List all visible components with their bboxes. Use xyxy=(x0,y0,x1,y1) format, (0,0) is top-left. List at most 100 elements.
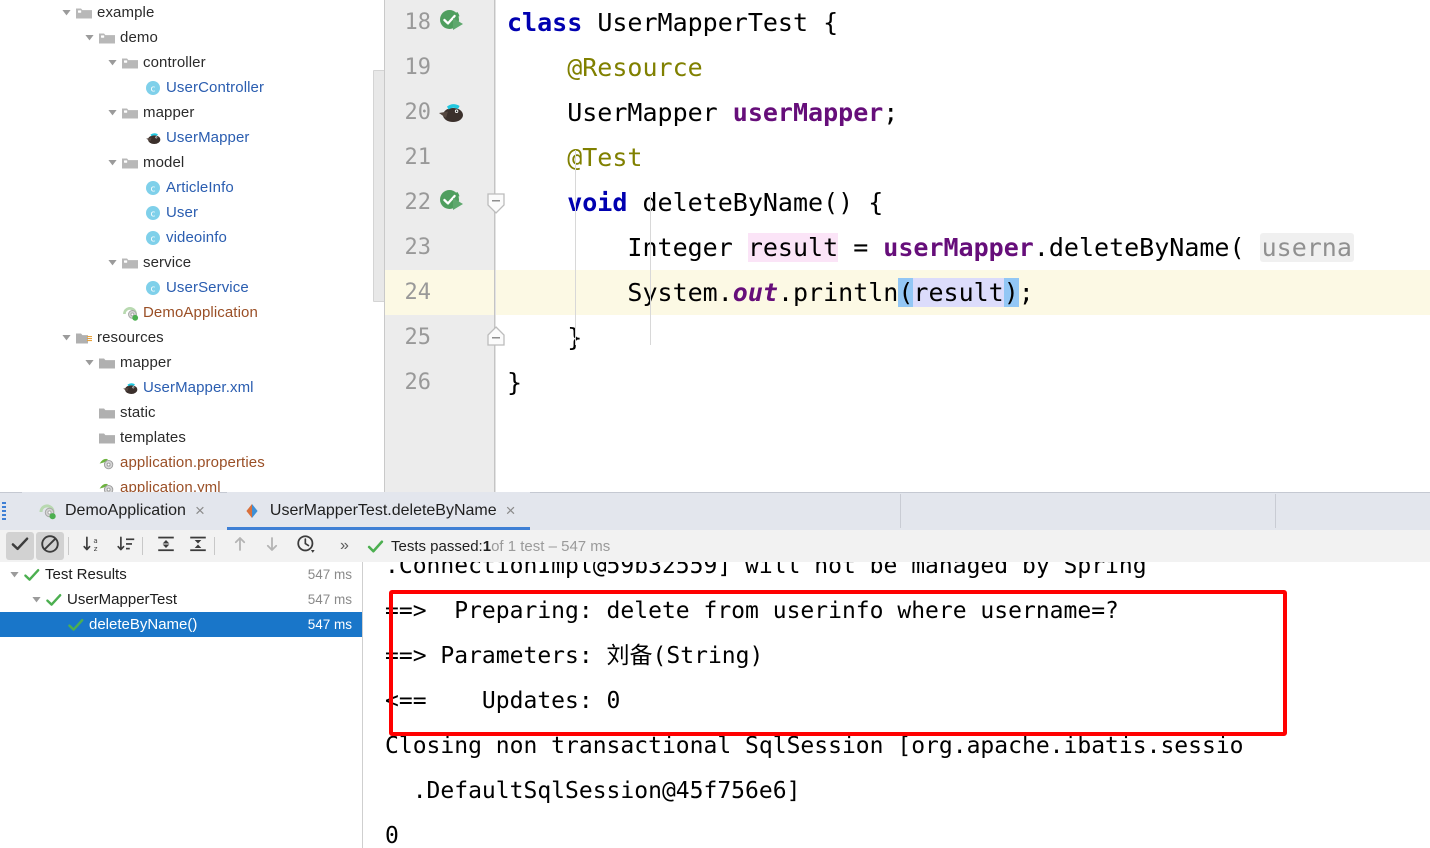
show-passed-toggle[interactable] xyxy=(6,532,34,560)
toolbar-overflow-icon[interactable]: » xyxy=(340,532,349,560)
project-tree-item-service[interactable]: service xyxy=(104,250,191,275)
chevron-down-icon[interactable] xyxy=(81,350,97,375)
code-text: } xyxy=(507,323,583,352)
code-content: UserMapper userMapper; xyxy=(507,90,898,135)
chevron-down-icon[interactable] xyxy=(81,25,97,50)
keyword-void: void xyxy=(507,188,628,217)
code-line-25[interactable]: 25 } xyxy=(385,315,1430,360)
svg-text:c: c xyxy=(151,209,156,219)
chevron-down-icon[interactable] xyxy=(104,250,120,275)
code-line-18[interactable]: 18 class UserMapperTest { xyxy=(385,0,1430,45)
console-line: .DefaultSqlSession@45f756e6] xyxy=(385,778,801,804)
project-tree-item-user[interactable]: c User xyxy=(127,200,198,225)
run-tab-bar: DemoApplication × UserMapperTest.deleteB… xyxy=(0,492,1430,530)
project-tree-item-mapper[interactable]: mapper xyxy=(104,100,194,125)
mybatis-navigate-gutter-icon[interactable] xyxy=(437,97,467,127)
project-tree-item-usermapper[interactable]: UserMapper xyxy=(127,125,250,150)
project-tree-item-controller[interactable]: controller xyxy=(104,50,206,75)
code-line-20[interactable]: 20 UserMapper userMapper; xyxy=(385,90,1430,135)
chevron-down-icon[interactable] xyxy=(58,0,74,25)
project-tree-item-resources[interactable]: resources xyxy=(58,325,164,350)
test-history[interactable] xyxy=(292,532,320,560)
run-test-gutter-icon[interactable] xyxy=(437,187,467,217)
line-number: 22 xyxy=(404,190,432,215)
folder-package-icon xyxy=(97,25,117,50)
code-line-19[interactable]: 19 @Resource xyxy=(385,45,1430,90)
parameter-hint: userna xyxy=(1259,233,1354,262)
java-class-icon: c xyxy=(143,200,163,225)
close-icon[interactable]: × xyxy=(506,501,516,521)
test-result-row[interactable]: UserMapperTest 547 ms xyxy=(0,587,362,612)
project-tree-item-usermapper-xml[interactable]: UserMapper.xml xyxy=(104,375,254,400)
arrow-up-icon xyxy=(230,534,250,559)
folder-package-icon xyxy=(120,100,140,125)
test-results-tree[interactable]: Test Results 547 ms UserMapperTest 547 ms de… xyxy=(0,562,362,848)
folder-icon xyxy=(97,400,117,425)
code-editor[interactable]: 18 class UserMapperTest {19 @Resource 20 U… xyxy=(385,0,1430,492)
run-test-gutter-icon[interactable] xyxy=(437,7,467,37)
clock-icon xyxy=(296,534,316,559)
code-text: deleteByName() { xyxy=(627,188,884,217)
line-number: 25 xyxy=(404,325,432,350)
indent-guide xyxy=(575,150,576,345)
project-tree-item-articleinfo[interactable]: c ArticleInfo xyxy=(127,175,234,200)
console-output[interactable]: .ConnectionImpl@59b32559] will not be ma… xyxy=(363,562,1430,848)
project-tree-item-label: example xyxy=(97,4,155,21)
chevron-down-icon[interactable] xyxy=(104,50,120,75)
java-class-icon: c xyxy=(143,175,163,200)
project-tree-item-label: User xyxy=(166,204,199,221)
project-tree-item-label: resources xyxy=(97,329,164,346)
folder-icon xyxy=(97,350,117,375)
project-tree-item-static[interactable]: static xyxy=(81,400,156,425)
folder-package-icon xyxy=(120,150,140,175)
test-result-label: Test Results xyxy=(45,566,127,583)
sort-by-duration[interactable] xyxy=(112,532,140,560)
run-tab-demoapplication[interactable]: DemoApplication × xyxy=(22,492,219,530)
java-class-icon: c xyxy=(143,275,163,300)
chevron-down-icon[interactable] xyxy=(6,562,22,587)
code-line-24[interactable]: 24 System.out.println(result); xyxy=(385,270,1430,315)
project-tree-item-example[interactable]: example xyxy=(58,0,154,25)
project-tool-window[interactable]: example demo controller c UserController mapp… xyxy=(0,0,385,492)
project-tree-item-templates[interactable]: templates xyxy=(81,425,186,450)
code-line-23[interactable]: 23 Integer result = userMapper.deleteByN… xyxy=(385,225,1430,270)
project-tree-item-usercontroller[interactable]: c UserController xyxy=(127,75,264,100)
run-tab-usermappertest[interactable]: UserMapperTest.deleteByName × xyxy=(226,492,530,530)
close-icon[interactable]: × xyxy=(195,501,205,521)
project-tree-item-demoapplication[interactable]: DemoApplication xyxy=(104,300,258,325)
sort-alphabetically[interactable]: az xyxy=(78,532,106,560)
test-result-row[interactable]: Test Results 547 ms xyxy=(0,562,362,587)
fold-open-marker[interactable] xyxy=(486,193,506,220)
code-content: @Resource xyxy=(507,45,702,90)
chevron-down-icon[interactable] xyxy=(28,587,44,612)
chevron-down-icon[interactable] xyxy=(104,150,120,175)
matched-paren-open: ( xyxy=(898,278,914,307)
project-tree-item-application-properties[interactable]: application.properties xyxy=(81,450,265,475)
java-class-icon: c xyxy=(143,225,163,250)
fold-close-marker[interactable] xyxy=(486,325,506,352)
code-line-26[interactable]: 26} xyxy=(385,360,1430,405)
collapse-all[interactable] xyxy=(184,532,212,560)
code-line-21[interactable]: 21 @Test xyxy=(385,135,1430,180)
project-tree-item-demo[interactable]: demo xyxy=(81,25,158,50)
expand-all[interactable] xyxy=(152,532,180,560)
code-line-22[interactable]: 22 void deleteByName() { xyxy=(385,180,1430,225)
project-tree-item-mapper[interactable]: mapper xyxy=(81,350,171,375)
chevron-down-icon[interactable] xyxy=(104,100,120,125)
code-text: .deleteByName( xyxy=(1033,233,1260,262)
project-tree-item-model[interactable]: model xyxy=(104,150,184,175)
project-tree-item-application-yml[interactable]: application.yml xyxy=(81,475,221,492)
test-result-row[interactable]: deleteByName() 547 ms xyxy=(0,612,362,637)
line-number: 19 xyxy=(404,55,432,80)
project-tree-item-videoinfo[interactable]: c videoinfo xyxy=(127,225,227,250)
project-tree-item-userservice[interactable]: c UserService xyxy=(127,275,249,300)
code-content: } xyxy=(507,360,522,405)
chevron-down-icon[interactable] xyxy=(58,325,74,350)
tool-window-gripper[interactable] xyxy=(2,502,6,520)
show-ignored-toggle[interactable] xyxy=(36,532,64,560)
